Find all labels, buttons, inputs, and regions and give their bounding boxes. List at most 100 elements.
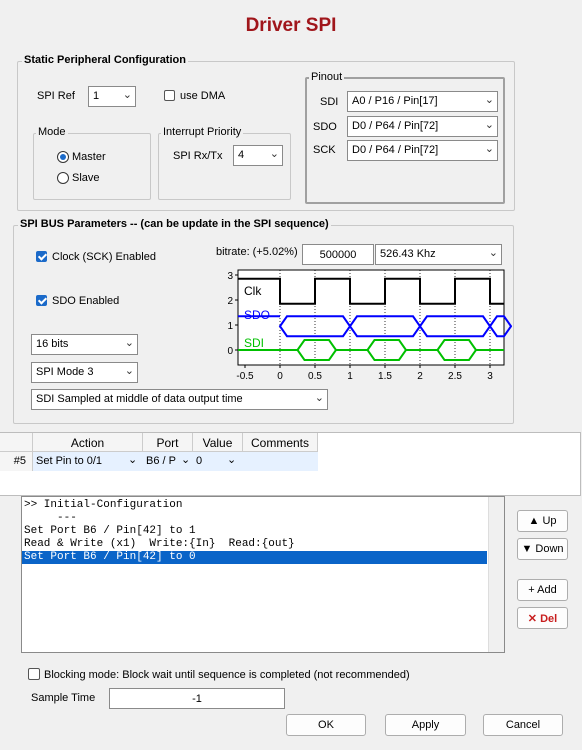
chevron-down-icon: ⌄ — [128, 454, 138, 466]
table-header-action: Action — [33, 433, 143, 452]
mode-legend: Mode — [36, 126, 68, 138]
sck-select[interactable]: D0 / P64 / Pin[72] ⌄ — [347, 140, 498, 161]
del-button-label: Del — [540, 613, 558, 625]
row-action-cell[interactable]: Set Pin to 0/1 ⌄ — [33, 452, 143, 471]
chevron-down-icon: ⌄ — [314, 392, 324, 404]
x-tick-label: 3 — [487, 371, 493, 382]
table-row[interactable]: #5 Set Pin to 0/1 ⌄ B6 / P ⌄ 0 ⌄ — [0, 452, 318, 471]
spi-mode-value: SPI Mode 3 — [36, 366, 94, 378]
sdi-select[interactable]: A0 / P16 / Pin[17] ⌄ — [347, 91, 498, 112]
y-tick-label: 0 — [227, 346, 233, 357]
x-tick-label: 0 — [277, 371, 283, 382]
table-header-port: Port — [143, 433, 193, 452]
spi-ref-value: 1 — [93, 90, 100, 102]
series-label-sdi: SDI — [244, 336, 264, 350]
sample-time-input[interactable]: -1 — [109, 688, 285, 709]
sequence-list[interactable]: >> Initial-Configuration --- Set Port B6… — [21, 496, 505, 653]
x-tick-label: -0.5 — [236, 371, 254, 382]
sdo-value: D0 / P64 / Pin[72] — [352, 120, 439, 132]
sck-label: SCK — [313, 144, 336, 156]
chevron-down-icon: ⌄ — [484, 119, 494, 131]
spi-bus-legend: SPI BUS Parameters -- (can be update in … — [18, 218, 331, 230]
irq-select[interactable]: 4 ⌄ — [233, 145, 283, 166]
blocking-mode-label: Blocking mode: Block wait until sequence… — [44, 669, 410, 681]
sequence-scrollbar[interactable] — [488, 497, 504, 652]
row-port-value: B6 / P — [146, 455, 176, 467]
row-index: #5 — [0, 452, 33, 471]
chevron-down-icon: ⌄ — [122, 89, 132, 101]
row-action-value: Set Pin to 0/1 — [36, 455, 103, 467]
irq-legend: Interrupt Priority — [161, 126, 244, 138]
cancel-button[interactable]: Cancel — [483, 714, 563, 736]
bitrate-actual-select[interactable]: 526.43 Khz ⌄ — [375, 244, 502, 265]
pinout-legend: Pinout — [309, 71, 345, 83]
row-comments-cell[interactable] — [243, 452, 318, 471]
down-button-label: Down — [535, 543, 564, 555]
x-tick-label: 2 — [417, 371, 423, 382]
blocking-mode-checkbox[interactable] — [28, 668, 40, 680]
y-tick-label: 1 — [227, 321, 233, 332]
down-button[interactable]: ▼ Down — [517, 538, 568, 560]
static-config-legend: Static Peripheral Configuration — [22, 54, 188, 66]
down-arrow-icon: ▼ — [521, 543, 533, 555]
close-icon: ✕ — [527, 613, 538, 625]
bits-value: 16 bits — [36, 338, 69, 350]
mode-master-radio[interactable] — [57, 151, 69, 163]
x-tick-label: 0.5 — [308, 371, 322, 382]
mode-group: Mode — [33, 126, 151, 200]
sequence-line[interactable]: Read & Write (x1) Write:{In} Read:{out} — [22, 538, 504, 551]
sequence-line-selected[interactable]: Set Port B6 / Pin[42] to 0 — [22, 551, 487, 564]
sequence-line[interactable]: Set Port B6 / Pin[42] to 1 — [22, 525, 504, 538]
spi-mode-select[interactable]: SPI Mode 3 ⌄ — [31, 362, 138, 383]
up-button-label: Up — [542, 515, 557, 527]
ok-button[interactable]: OK — [286, 714, 366, 736]
irq-group: Interrupt Priority — [158, 126, 291, 200]
table-header-index — [0, 433, 33, 452]
clock-enabled-checkbox[interactable] — [36, 251, 47, 262]
sdi-label: SDI — [320, 96, 339, 108]
apply-button[interactable]: Apply — [385, 714, 466, 736]
sdo-label: SDO — [313, 121, 337, 133]
chevron-down-icon: ⌄ — [124, 337, 134, 349]
y-tick-label: 2 — [227, 296, 233, 307]
chevron-down-icon: ⌄ — [269, 148, 279, 160]
table-header-comments: Comments — [243, 433, 318, 452]
sampled-select[interactable]: SDI Sampled at middle of data output tim… — [31, 389, 328, 410]
row-value-value: 0 — [196, 455, 203, 467]
sdo-enabled-label: SDO Enabled — [52, 295, 120, 307]
sdo-select[interactable]: D0 / P64 / Pin[72] ⌄ — [347, 116, 498, 137]
spi-ref-label: SPI Ref — [37, 90, 75, 102]
bits-select[interactable]: 16 bits ⌄ — [31, 334, 138, 355]
mode-slave-label: Slave — [72, 172, 100, 184]
chevron-down-icon: ⌄ — [181, 454, 191, 466]
bitrate-input[interactable]: 500000 — [302, 244, 374, 265]
use-dma-label: use DMA — [180, 90, 226, 102]
spi-timing-chart: -0.5 0 0.5 1 1.5 2 2.5 3 0 1 2 3 Clk SDO SDI — [227, 269, 512, 382]
window-title: Driver SPI — [245, 15, 337, 36]
x-tick-label: 2.5 — [448, 371, 462, 382]
sequence-line[interactable]: >> Initial-Configuration — [22, 499, 504, 512]
bitrate-actual-value: 526.43 Khz — [380, 248, 436, 260]
irq-label: SPI Rx/Tx — [173, 150, 223, 162]
y-tick-label: 3 — [227, 271, 233, 282]
x-tick-label: 1.5 — [378, 371, 392, 382]
chevron-down-icon: ⌄ — [484, 143, 494, 155]
mode-master-label: Master — [72, 151, 106, 163]
mode-slave-radio[interactable] — [57, 172, 69, 184]
sequence-line[interactable]: --- — [22, 512, 504, 525]
series-label-sdo: SDO — [244, 308, 270, 322]
chevron-down-icon: ⌄ — [484, 94, 494, 106]
sdo-enabled-checkbox[interactable] — [36, 295, 47, 306]
row-value-cell[interactable]: 0 ⌄ — [193, 452, 243, 471]
chevron-down-icon: ⌄ — [227, 454, 237, 466]
row-port-cell[interactable]: B6 / P ⌄ — [143, 452, 193, 471]
add-button[interactable]: + Add — [517, 579, 568, 601]
use-dma-checkbox[interactable] — [164, 90, 175, 101]
action-table: Action Port Value Comments #5 Set Pin to… — [0, 432, 581, 496]
sample-time-label: Sample Time — [31, 692, 96, 704]
del-button[interactable]: ✕ Del — [517, 607, 568, 629]
up-button[interactable]: ▲ Up — [517, 510, 568, 532]
up-arrow-icon: ▲ — [528, 515, 540, 527]
sck-value: D0 / P64 / Pin[72] — [352, 144, 439, 156]
spi-ref-select[interactable]: 1 ⌄ — [88, 86, 136, 107]
